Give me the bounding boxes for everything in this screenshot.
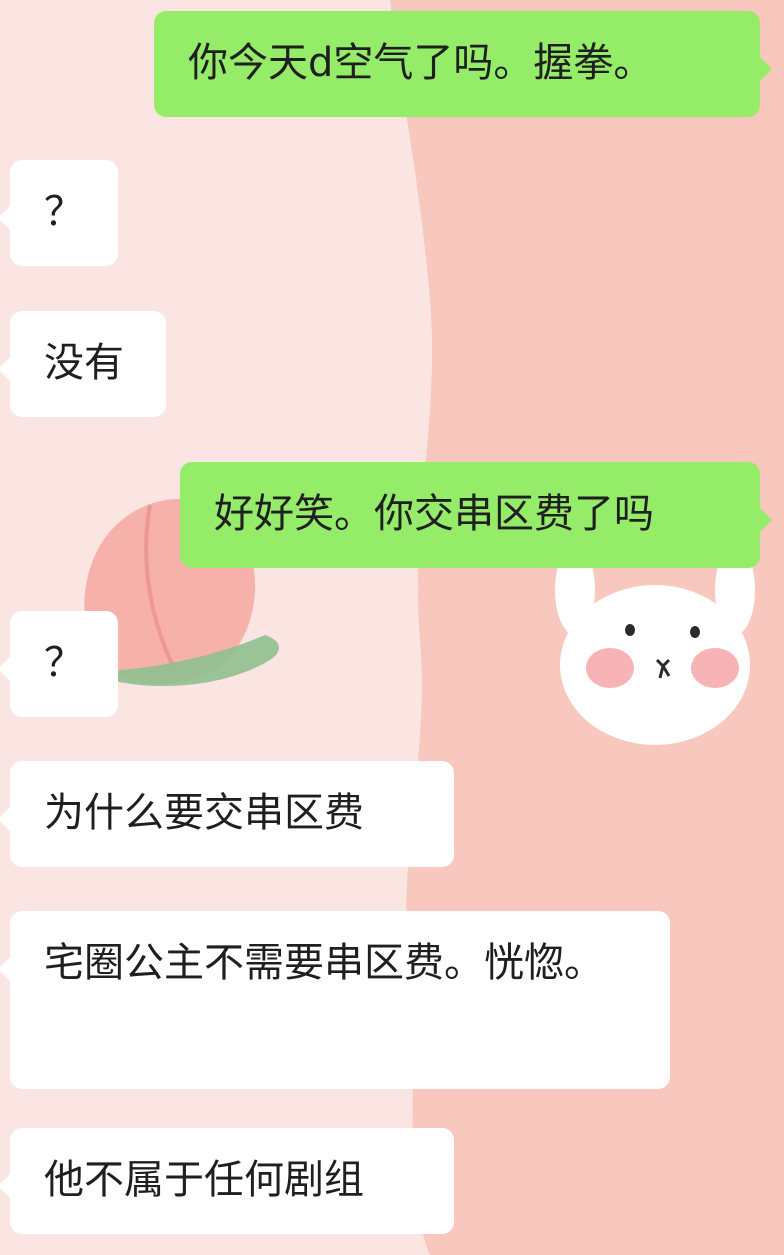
message-bubble-outgoing[interactable]: 好好笑。你交串区费了吗 (180, 462, 772, 568)
message-bubble-incoming[interactable]: ？ (0, 160, 118, 266)
message-bubble-incoming[interactable]: 没有 (0, 311, 166, 417)
message-bubble-incoming[interactable]: ？ (0, 611, 118, 717)
message-bubble-outgoing[interactable]: 你今天d空气了吗。握拳。 (154, 11, 772, 117)
chat-message-list[interactable]: 你今天d空气了吗。握拳。 ？ 没有 好好笑。你交串区费了吗 ？ 为什么要交串区费… (0, 0, 784, 1255)
message-bubble-incoming[interactable]: 为什么要交串区费 (0, 761, 454, 867)
message-bubble-incoming[interactable]: 他不属于任何剧组 (0, 1128, 454, 1234)
message-bubble-incoming[interactable]: 宅圈公主不需要串区费。恍惚。 (0, 911, 670, 1089)
